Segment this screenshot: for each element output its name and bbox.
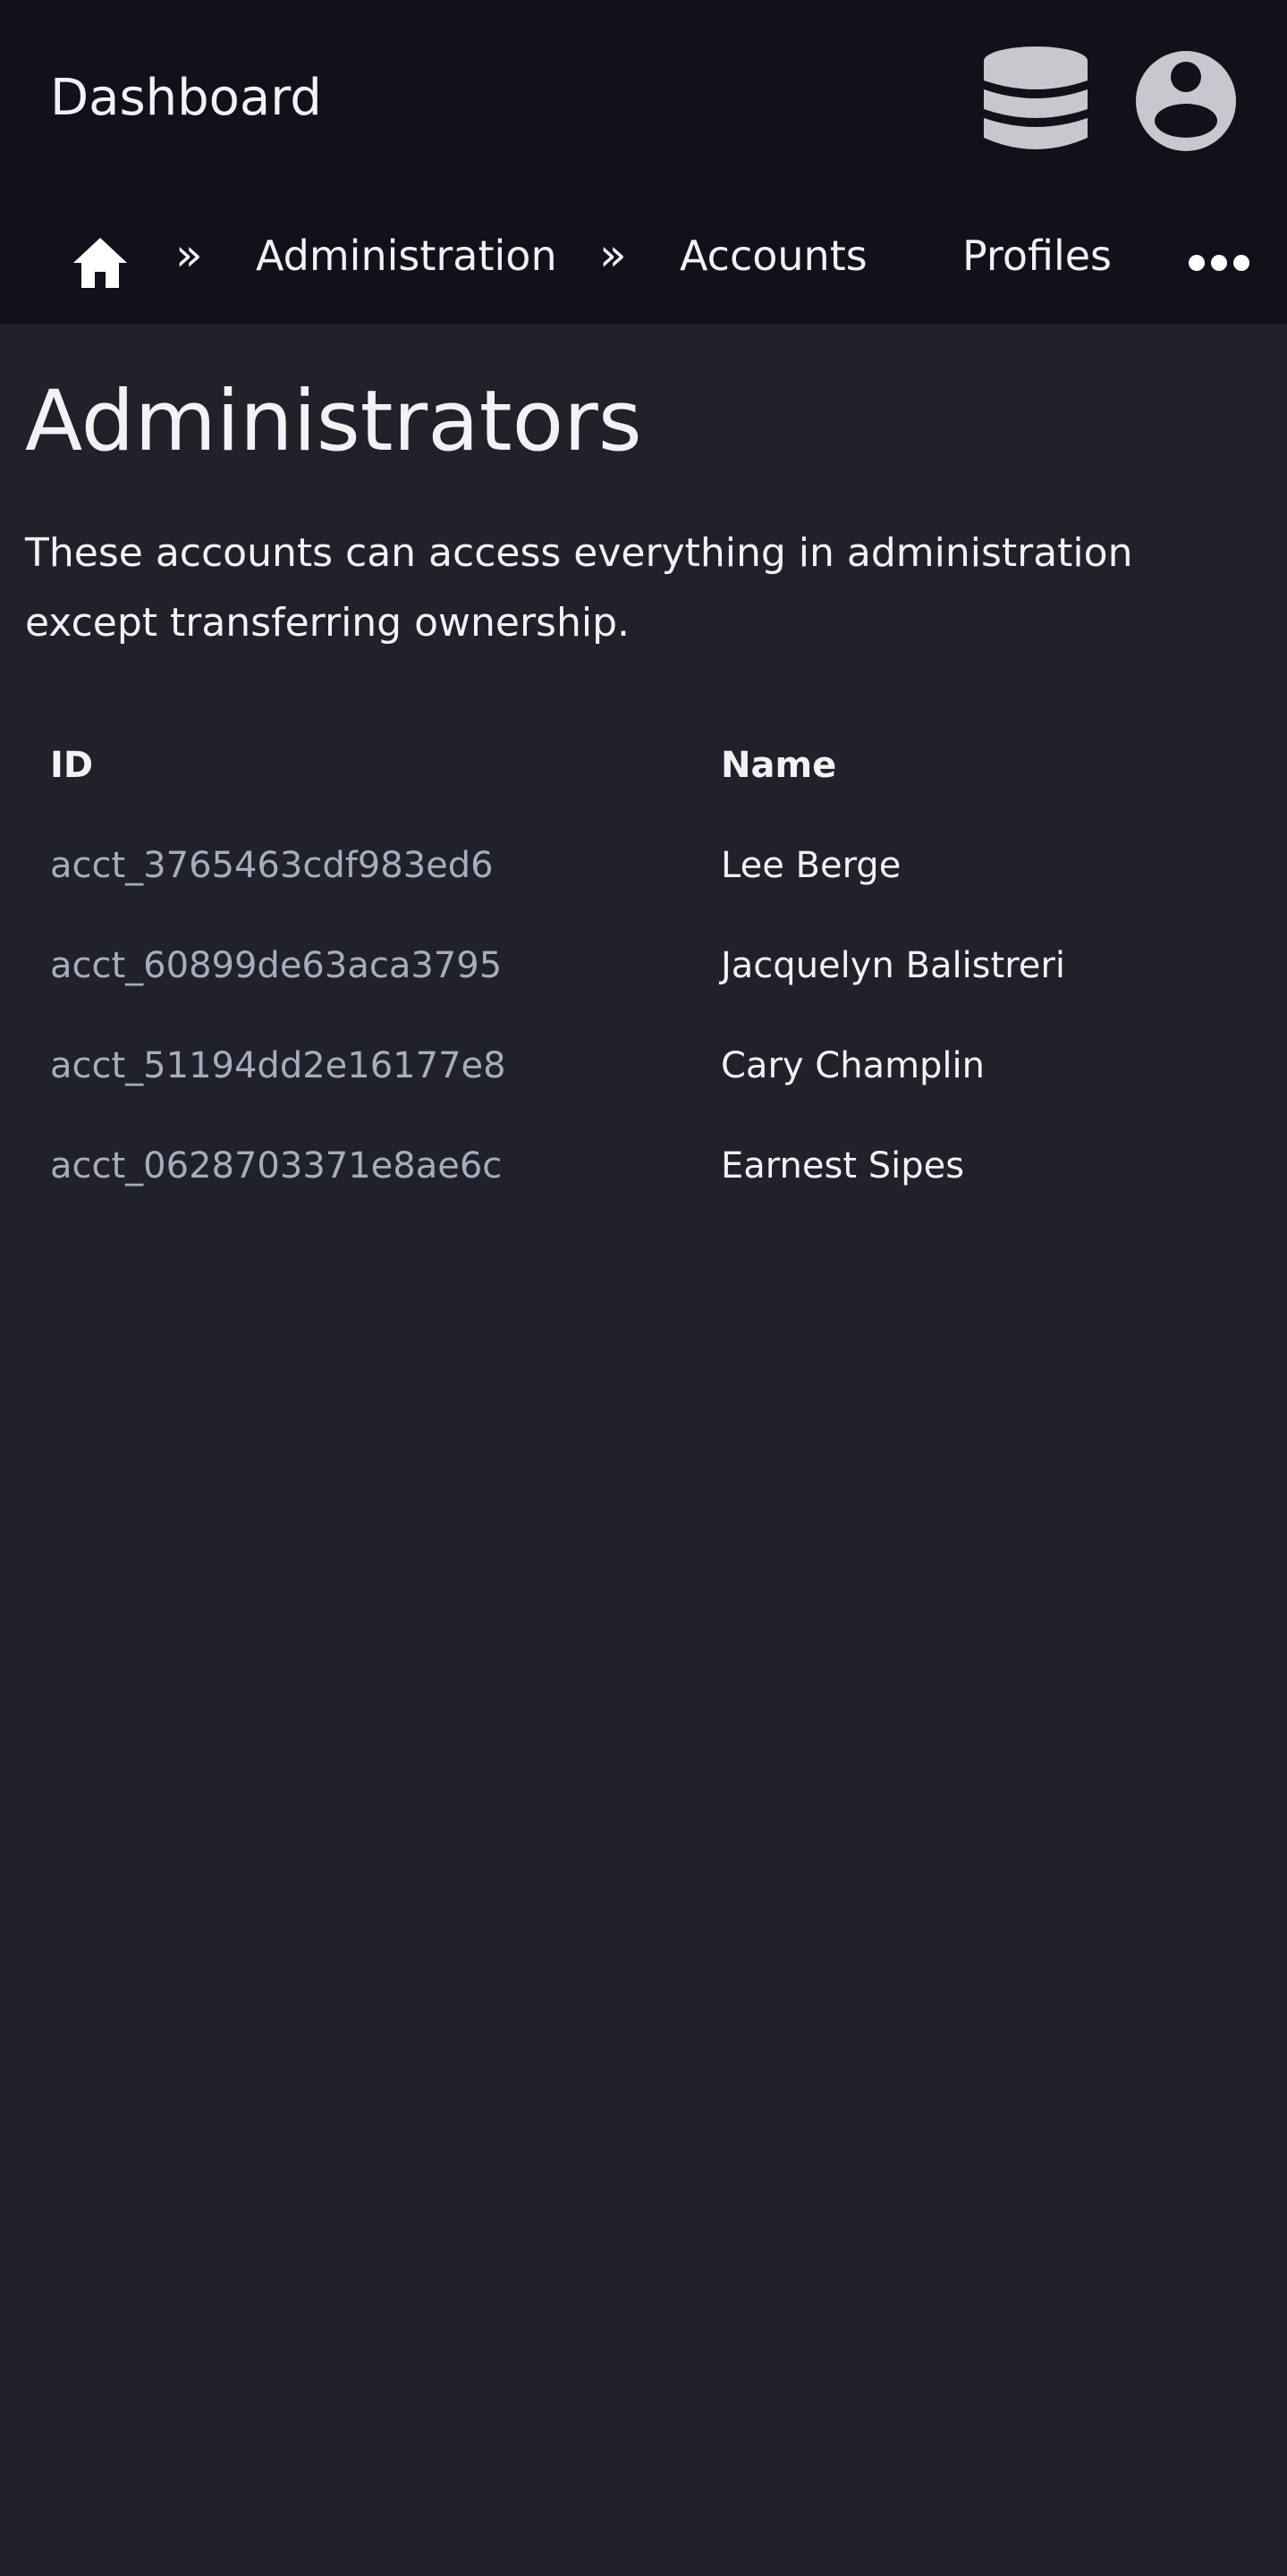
app-header: Dashboard » Administration » Accounts Pr… xyxy=(0,0,1287,324)
page-description: These accounts can access everything in … xyxy=(25,530,1133,646)
account-name-cell: Cary Champlin xyxy=(721,1045,985,1086)
database-icon xyxy=(984,46,1088,149)
table-row[interactable]: acct_3765463cdf983ed6 Lee Berge xyxy=(25,815,1262,916)
account-name-cell: Lee Berge xyxy=(721,845,902,886)
account-button[interactable] xyxy=(1131,46,1240,156)
account-circle-icon xyxy=(1136,51,1236,151)
app-title[interactable]: Dashboard xyxy=(50,64,322,132)
column-header-id: ID xyxy=(50,745,94,786)
account-id-cell: acct_0628703371e8ae6c xyxy=(50,1145,503,1187)
breadcrumb-link-accounts[interactable]: Accounts xyxy=(680,227,868,284)
home-link[interactable] xyxy=(72,236,129,290)
account-id-cell: acct_51194dd2e16177e8 xyxy=(50,1045,506,1086)
more-horizontal-icon xyxy=(1189,255,1249,271)
page-title: Administrators xyxy=(25,373,642,470)
breadcrumb: » Administration » Accounts Profiles xyxy=(0,197,1287,324)
table-row[interactable]: acct_51194dd2e16177e8 Cary Champlin xyxy=(25,1016,1262,1116)
database-button[interactable] xyxy=(984,46,1088,154)
nav-link-profiles[interactable]: Profiles xyxy=(962,227,1112,284)
more-menu-button[interactable] xyxy=(1188,250,1250,275)
account-id-cell: acct_60899de63aca3795 xyxy=(50,945,503,986)
table-row[interactable]: acct_0628703371e8ae6c Earnest Sipes xyxy=(25,1116,1262,1216)
account-name-cell: Jacquelyn Balistreri xyxy=(721,945,1065,986)
home-icon xyxy=(73,238,127,288)
account-id-cell: acct_3765463cdf983ed6 xyxy=(50,845,494,886)
breadcrumb-link-administration[interactable]: Administration xyxy=(256,227,557,284)
breadcrumb-separator: » xyxy=(599,229,627,281)
table-header-row: ID Name xyxy=(25,715,1262,815)
account-name-cell: Earnest Sipes xyxy=(721,1145,965,1187)
table-row[interactable]: acct_60899de63aca3795 Jacquelyn Balistre… xyxy=(25,916,1262,1016)
administrators-table: ID Name acct_3765463cdf983ed6 Lee Berge … xyxy=(25,715,1262,1216)
breadcrumb-separator: » xyxy=(175,229,203,281)
column-header-name: Name xyxy=(721,745,837,786)
